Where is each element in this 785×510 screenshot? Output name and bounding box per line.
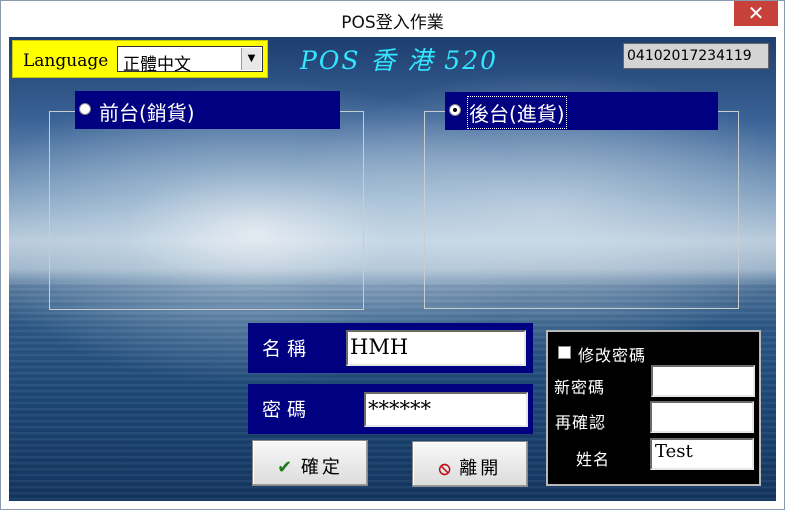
change-password-panel: 修改密碼 新密碼 再確認 姓名 Test (546, 330, 761, 486)
window-title: POS登入作業 (341, 13, 444, 33)
radio-front-sales-label: 前台(銷貨) (99, 101, 195, 125)
exit-button[interactable]: ⦸ 離開 (412, 441, 528, 487)
name-label: 名稱 (262, 338, 313, 360)
change-password-checkbox[interactable] (558, 346, 571, 359)
change-password-label: 修改密碼 (578, 346, 647, 365)
front-group-frame (49, 111, 364, 310)
password-input[interactable]: ****** (364, 392, 528, 427)
name-field-panel: 名稱 HMH (248, 323, 533, 373)
language-value: 正體中文 (123, 55, 191, 75)
name-input[interactable]: HMH (346, 330, 526, 366)
radio-front-sales[interactable]: 前台(銷貨) (75, 91, 340, 129)
back-group-frame (424, 111, 739, 309)
language-label: Language (23, 51, 109, 71)
user-name-input[interactable]: Test (650, 438, 754, 470)
password-field-panel: 密碼 ****** (248, 384, 533, 434)
new-password-label: 新密碼 (554, 378, 606, 397)
serial-number-field: 04102017234119 (623, 43, 769, 69)
exit-button-label: 離開 (459, 458, 502, 479)
confirm-button[interactable]: ✔ 確定 (252, 440, 368, 486)
login-window: POS登入作業 ✕ Language 正體中文 ▼ POS 香 港 520 04… (0, 0, 785, 510)
language-select[interactable]: 正體中文 ▼ (117, 46, 263, 75)
password-label: 密碼 (262, 399, 313, 421)
confirm-password-input[interactable] (650, 401, 754, 433)
radio-button-indicator[interactable] (79, 103, 91, 115)
close-button[interactable]: ✕ (734, 1, 778, 26)
radio-back-purchase-label: 後台(進貨) (467, 96, 567, 129)
pos-banner-title: POS 香 港 520 (300, 46, 499, 75)
language-panel: Language 正體中文 ▼ (12, 40, 268, 78)
user-name-label: 姓名 (576, 450, 611, 469)
confirm-password-label: 再確認 (555, 413, 607, 432)
chevron-down-icon[interactable]: ▼ (241, 48, 261, 70)
radio-button-indicator[interactable] (449, 104, 461, 116)
check-icon: ✔ (277, 457, 293, 478)
no-entry-icon: ⦸ (438, 458, 451, 479)
background-image-area: Language 正體中文 ▼ POS 香 港 520 041020172341… (9, 37, 776, 501)
new-password-input[interactable] (651, 365, 755, 397)
radio-back-purchase[interactable]: 後台(進貨) (445, 92, 718, 130)
confirm-button-label: 確定 (300, 457, 343, 478)
title-bar: POS登入作業 ✕ (1, 1, 784, 37)
